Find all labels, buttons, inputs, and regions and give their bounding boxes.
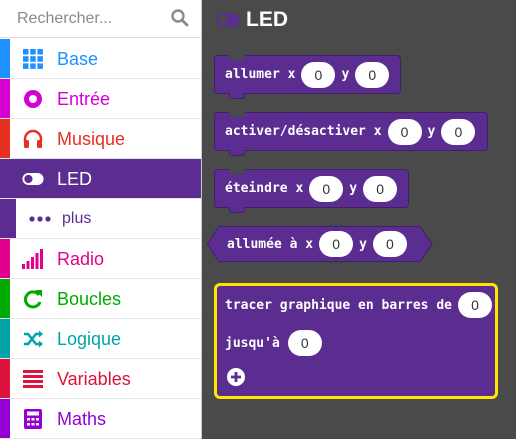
toggle-icon: [216, 13, 240, 27]
toolbox-sidebar: Base Entrée Musique: [0, 0, 202, 439]
block-point[interactable]: allumée à x 0 y 0: [207, 226, 433, 262]
search-input[interactable]: [0, 0, 165, 37]
category-label: Maths: [57, 409, 107, 429]
signal-bars-icon: [22, 248, 44, 270]
category-color-bar: [0, 199, 16, 238]
more-dots-icon: [28, 208, 52, 230]
category-color-bar: [0, 239, 10, 278]
category-color-bar: [0, 399, 10, 438]
value-input[interactable]: 0: [457, 292, 492, 318]
category-label: Base: [57, 49, 99, 69]
category-label: Boucles: [57, 289, 122, 309]
block-label: allumer x: [225, 67, 296, 82]
category-color-bar: [0, 279, 10, 318]
flyout-header: LED: [216, 6, 288, 34]
x-input[interactable]: 0: [387, 118, 422, 145]
block-row: jusqu'à 0: [225, 328, 328, 358]
block-label: y: [341, 67, 350, 82]
block-label: éteindre x: [225, 181, 304, 196]
block-label: y: [359, 236, 367, 252]
block-label: y: [349, 181, 358, 196]
block-toggle[interactable]: activer/désactiver x 0 y 0: [214, 112, 488, 156]
y-input[interactable]: 0: [372, 231, 407, 257]
upto-input[interactable]: 0: [287, 330, 322, 356]
block-notch: [229, 169, 245, 174]
block-plot-bar-graph[interactable]: tracer graphique en barres de 0 jusqu'à …: [214, 283, 498, 399]
category-led[interactable]: LED: [0, 159, 201, 199]
flyout-title: LED: [246, 8, 288, 31]
category-label: Entrée: [57, 89, 111, 109]
block-plot[interactable]: allumer x 0 y 0: [214, 55, 401, 99]
category-boucles[interactable]: Boucles: [0, 279, 201, 319]
category-label: Musique: [57, 129, 126, 149]
category-label: LED: [57, 169, 93, 189]
block-label: activer/désactiver x: [225, 124, 382, 139]
block-unplot[interactable]: éteindre x 0 y 0: [214, 169, 409, 213]
block-row: tracer graphique en barres de 0: [225, 290, 498, 320]
shuffle-icon: [22, 328, 44, 350]
block-label: allumée à x: [227, 236, 314, 252]
category-base[interactable]: Base: [0, 39, 201, 79]
category-musique[interactable]: Musique: [0, 119, 201, 159]
x-input[interactable]: 0: [319, 231, 354, 257]
refresh-icon: [22, 288, 44, 310]
subcategory-plus[interactable]: plus: [0, 199, 201, 239]
search-icon[interactable]: [170, 8, 190, 28]
category-color-bar: [0, 359, 10, 398]
block-content: allumée à x 0 y 0: [207, 226, 433, 262]
y-input[interactable]: 0: [355, 61, 390, 88]
search-box: [0, 0, 201, 38]
category-color-bar: [0, 79, 10, 118]
block-tab: [229, 207, 245, 213]
grid-icon: [22, 48, 44, 70]
calculator-icon: [22, 408, 44, 430]
category-label: Radio: [57, 249, 105, 269]
block-tab: [229, 93, 245, 99]
block-label: jusqu'à: [225, 335, 280, 351]
category-label: Variables: [57, 369, 131, 389]
category-color-bar: [0, 159, 10, 198]
toggle-icon: [22, 168, 44, 190]
category-color-bar: [0, 39, 10, 78]
category-radio[interactable]: Radio: [0, 239, 201, 279]
headphones-icon: [22, 128, 44, 150]
y-input[interactable]: 0: [363, 175, 398, 202]
block-tab: [229, 150, 245, 156]
x-input[interactable]: 0: [301, 61, 336, 88]
category-logique[interactable]: Logique: [0, 319, 201, 359]
block-notch: [229, 55, 245, 60]
circle-dot-icon: [22, 88, 44, 110]
block-label: tracer graphique en barres de: [225, 297, 452, 313]
list-lines-icon: [22, 368, 44, 390]
plus-icon[interactable]: [226, 367, 246, 387]
category-color-bar: [0, 119, 10, 158]
subcategory-label: plus: [62, 210, 92, 227]
category-color-bar: [0, 319, 10, 358]
x-input[interactable]: 0: [309, 175, 344, 202]
y-input[interactable]: 0: [441, 118, 476, 145]
block-notch: [229, 112, 245, 117]
category-entree[interactable]: Entrée: [0, 79, 201, 119]
block-label: y: [427, 124, 436, 139]
category-variables[interactable]: Variables: [0, 359, 201, 399]
category-maths[interactable]: Maths: [0, 399, 201, 439]
category-label: Logique: [57, 329, 122, 349]
